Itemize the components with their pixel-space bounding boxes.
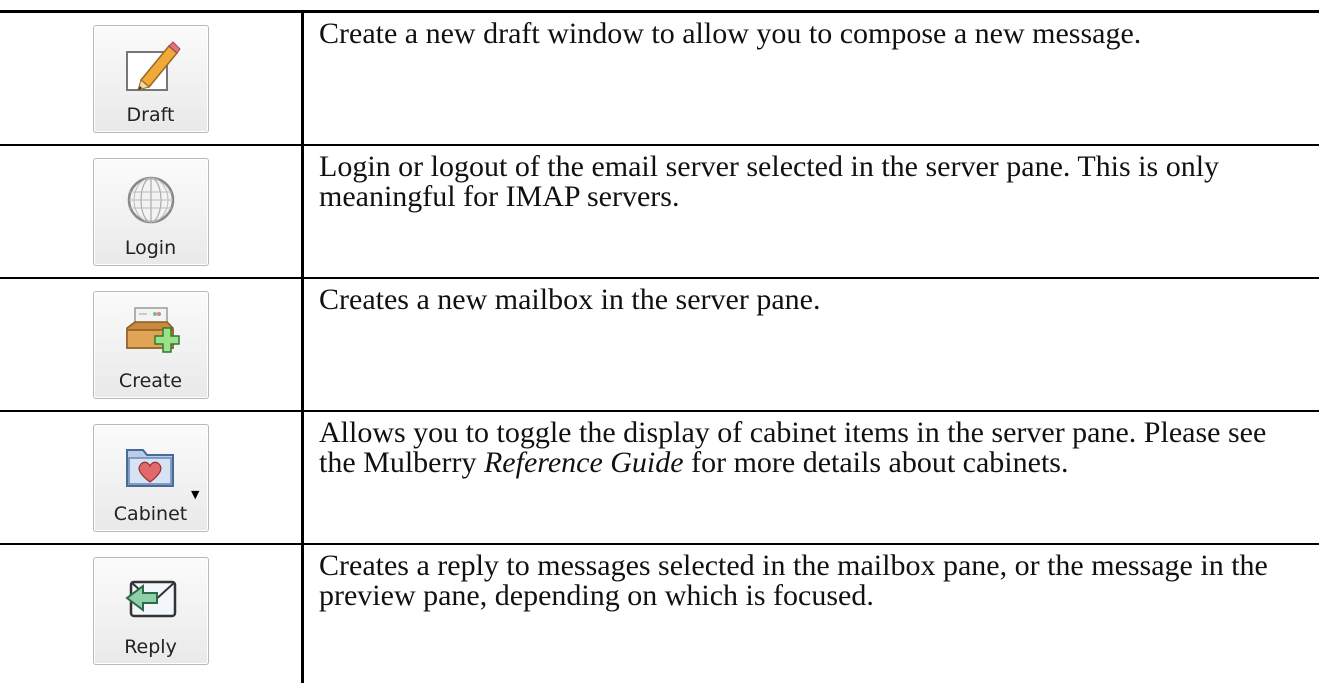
login-button-label: Login [124,237,177,259]
icon-cell: ▼ Cabinet [0,412,304,543]
table-row: ▼ Cabinet Allows you to toggle the displ… [0,412,1319,545]
login-button[interactable]: Login [92,158,209,266]
table-row: Reply Creates a reply to messages select… [0,545,1319,683]
row-description: Create a new draft window to allow you t… [319,17,1142,50]
create-button-label: Create [118,370,183,392]
row-description: Creates a new mailbox in the server pane… [319,283,821,316]
reply-button-label: Reply [124,636,177,658]
draft-button[interactable]: Draft [92,25,209,133]
reply-button[interactable]: Reply [92,557,209,665]
cabinet-folder-icon [119,437,183,495]
table-row: Login Login or logout of the email serve… [0,146,1319,279]
reference-guide-title: Reference Guide [483,446,684,479]
globe-icon [119,171,183,229]
create-mailbox-icon [119,304,183,362]
reply-icon [119,570,183,628]
row-description: Creates a reply to messages selected in … [319,549,1268,612]
chevron-down-icon: ▼ [191,488,200,501]
cabinet-button[interactable]: ▼ Cabinet [92,424,209,532]
row-description: Allows you to toggle the display of cabi… [304,412,1319,543]
table-row: Draft Create a new draft window to allow… [0,13,1319,146]
pencil-icon [119,38,183,96]
row-description: Login or logout of the email server sele… [319,150,1220,213]
icon-cell: Create [0,279,304,410]
icon-cell: Login [0,146,304,277]
draft-button-label: Draft [126,104,175,126]
toolbar-button-table: Draft Create a new draft window to allow… [0,10,1319,683]
icon-cell: Draft [0,13,304,144]
table-row: Create Creates a new mailbox in the serv… [0,279,1319,412]
icon-cell: Reply [0,545,304,683]
create-button[interactable]: Create [92,291,209,399]
row-description-text: for more details about cabinets. [683,446,1069,479]
cabinet-button-label: Cabinet [113,503,188,525]
